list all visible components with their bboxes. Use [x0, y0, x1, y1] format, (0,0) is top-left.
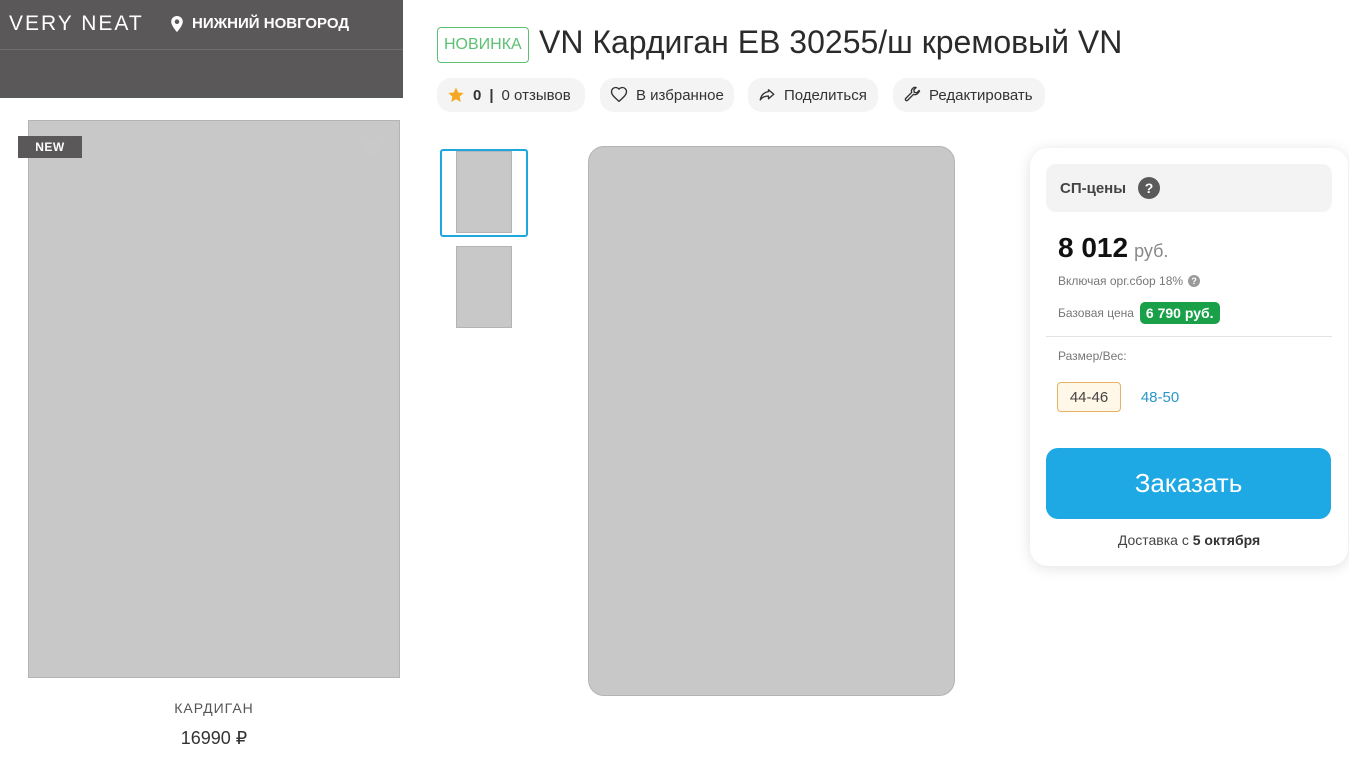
price-value: 8 012 — [1058, 232, 1129, 263]
reviews-count[interactable]: 0 отзывов — [502, 87, 571, 104]
city-selector[interactable]: НИЖНИЙ НОВГОРОД — [170, 15, 349, 32]
share-button[interactable]: Поделиться — [748, 78, 878, 112]
size-option-48-50[interactable]: 48-50 — [1130, 382, 1190, 412]
thumbnail-1[interactable] — [456, 151, 512, 233]
base-price-row: Базовая цена 6 790 руб. — [1058, 302, 1220, 324]
edit-button[interactable]: Редактировать — [893, 78, 1045, 112]
card-product-name[interactable]: КАРДИГАН — [28, 700, 400, 716]
fee-note-text: Включая орг.сбор 18% — [1058, 274, 1184, 288]
base-price-tag: 6 790 руб. — [1139, 302, 1220, 324]
divider — [1046, 336, 1332, 337]
city-name: НИЖНИЙ НОВГОРОД — [192, 15, 350, 32]
location-pin-icon — [171, 15, 183, 32]
wrench-icon — [904, 86, 921, 102]
share-icon — [759, 89, 775, 101]
rating-pill[interactable]: 0 | 0 отзывов — [437, 78, 585, 112]
product-card-photo[interactable] — [28, 120, 400, 678]
delivery-prefix: Доставка с — [1117, 532, 1189, 548]
price-panel: СП-цены ? 8 012 руб. Включая орг.сбор 18… — [1030, 148, 1348, 566]
rating-separator: | — [489, 86, 494, 104]
size-label: Размер/Вес: — [1058, 349, 1127, 363]
delivery-date: 5 октября — [1192, 532, 1261, 548]
base-price-label: Базовая цена — [1058, 306, 1134, 320]
favorite-button[interactable]: В избранное — [600, 78, 734, 112]
rating-value: 0 — [473, 86, 482, 104]
product-title: VN Кардиган EB 30255/ш кремовый VN — [539, 24, 1123, 60]
thumbnail-2[interactable] — [456, 246, 512, 328]
price-block: 8 012 руб. — [1058, 232, 1168, 264]
price-currency: руб. — [1134, 241, 1169, 261]
size-option-44-46[interactable]: 44-46 — [1057, 382, 1121, 412]
share-label: Поделиться — [784, 86, 867, 104]
main-product-photo[interactable] — [588, 146, 955, 696]
new-tag: NEW — [18, 136, 82, 158]
order-button[interactable]: Заказать — [1046, 448, 1331, 519]
brand-logo[interactable]: VERY NEAT — [9, 12, 144, 36]
sp-prices-label: СП-цены — [1060, 179, 1127, 197]
edit-label: Редактировать — [929, 86, 1033, 104]
heart-icon[interactable] — [361, 137, 383, 157]
store-header: VERY NEAT НИЖНИЙ НОВГОРОД — [0, 0, 403, 98]
card-product-price: 16990 ₽ — [180, 728, 248, 748]
fee-note: Включая орг.сбор 18% ? — [1058, 274, 1201, 288]
star-icon — [448, 87, 464, 102]
heart-icon — [610, 86, 628, 103]
new-badge: НОВИНКА — [437, 27, 529, 63]
delivery-info: Доставка с 5 октября — [1030, 532, 1348, 548]
store-header-row: VERY NEAT НИЖНИЙ НОВГОРОД — [0, 0, 403, 50]
help-icon[interactable]: ? — [1138, 177, 1161, 199]
help-icon[interactable]: ? — [1188, 275, 1201, 287]
sp-prices-box: СП-цены ? — [1046, 164, 1332, 212]
favorite-label: В избранное — [636, 86, 724, 104]
